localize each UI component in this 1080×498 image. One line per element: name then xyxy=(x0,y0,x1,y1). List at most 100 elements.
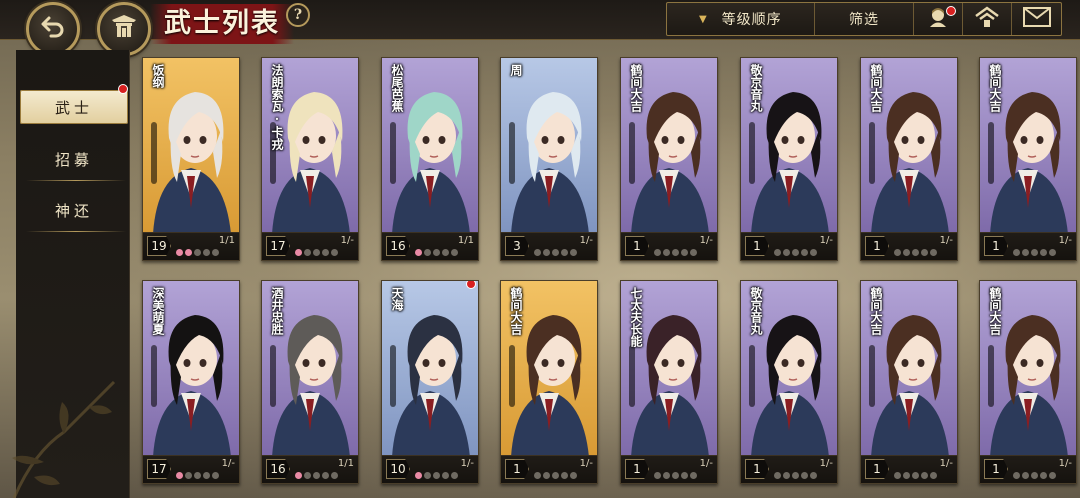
petal-icon xyxy=(930,472,937,479)
rank-petals xyxy=(894,472,937,479)
petal-icon xyxy=(690,249,697,256)
samurai-card-grid: 饭纲 19 1/1 法朗索瓦·卡戎 17 1/- 松尾芭蕉 16 1/1 周 3 1/- 鹤间大吉 1 1/… xyxy=(0,0,1080,498)
petal-icon xyxy=(681,472,688,479)
rank-petals xyxy=(1013,249,1056,256)
petal-icon xyxy=(313,472,320,479)
petal-icon xyxy=(672,249,679,256)
level-badge: 1 xyxy=(625,459,649,479)
petal-icon xyxy=(203,249,210,256)
affinity-bar xyxy=(509,122,515,184)
petal-icon xyxy=(783,472,790,479)
samurai-card[interactable]: 酒井忠胜 16 1/1 xyxy=(261,280,359,484)
copy-count: 1/- xyxy=(819,235,833,246)
affinity-bar xyxy=(988,122,994,184)
affinity-bar xyxy=(988,345,994,407)
level-badge: 3 xyxy=(505,236,529,256)
petal-icon xyxy=(894,249,901,256)
samurai-card[interactable]: 七太夫长能 1 1/- xyxy=(620,280,718,484)
copy-count: 1/- xyxy=(939,235,953,246)
petal-icon xyxy=(774,472,781,479)
petal-icon xyxy=(1031,472,1038,479)
card-footer: 17 1/- xyxy=(143,455,239,483)
rank-petals xyxy=(654,249,697,256)
petal-icon xyxy=(663,249,670,256)
samurai-card[interactable]: 鹤间大吉 1 1/- xyxy=(979,280,1077,484)
petal-icon xyxy=(415,472,422,479)
petal-icon xyxy=(792,472,799,479)
level-badge: 1 xyxy=(984,459,1008,479)
card-footer: 1 1/- xyxy=(980,455,1076,483)
petal-icon xyxy=(801,472,808,479)
rank-petals xyxy=(295,249,338,256)
petal-icon xyxy=(424,249,431,256)
samurai-card[interactable]: 饭纲 19 1/1 xyxy=(142,57,240,261)
petal-icon xyxy=(295,472,302,479)
level-badge: 1 xyxy=(505,459,529,479)
petal-icon xyxy=(570,249,577,256)
petal-icon xyxy=(792,249,799,256)
samurai-card[interactable]: 天海 10 1/- xyxy=(381,280,479,484)
card-footer: 3 1/- xyxy=(501,232,597,260)
petal-icon xyxy=(810,249,817,256)
copy-count: 1/- xyxy=(460,458,474,469)
copy-count: 1/- xyxy=(579,458,593,469)
samurai-name: 鹤间大吉 xyxy=(869,287,883,335)
samurai-name: 法朗索瓦·卡戎 xyxy=(270,64,284,150)
samurai-name: 七太夫长能 xyxy=(629,287,643,347)
samurai-card[interactable]: 松尾芭蕉 16 1/1 xyxy=(381,57,479,261)
card-footer: 1 1/- xyxy=(741,232,837,260)
rank-petals xyxy=(654,472,697,479)
petal-icon xyxy=(894,472,901,479)
samurai-card[interactable]: 深美萌夏 17 1/- xyxy=(142,280,240,484)
affinity-bar xyxy=(629,345,635,407)
petal-icon xyxy=(185,249,192,256)
card-footer: 1 1/- xyxy=(861,455,957,483)
affinity-bar xyxy=(270,345,276,407)
affinity-bar xyxy=(869,122,875,184)
samurai-card[interactable]: 周 3 1/- xyxy=(500,57,598,261)
rank-petals xyxy=(534,472,577,479)
level-badge: 17 xyxy=(266,236,290,256)
rank-petals xyxy=(176,249,219,256)
level-badge: 16 xyxy=(386,236,410,256)
samurai-card[interactable]: 鹤间大吉 1 1/- xyxy=(620,57,718,261)
rank-petals xyxy=(1013,472,1056,479)
petal-icon xyxy=(424,472,431,479)
petal-icon xyxy=(442,249,449,256)
petal-icon xyxy=(1022,472,1029,479)
card-footer: 16 1/1 xyxy=(262,455,358,483)
petal-icon xyxy=(322,249,329,256)
samurai-card[interactable]: 法朗索瓦·卡戎 17 1/- xyxy=(261,57,359,261)
petal-icon xyxy=(1049,249,1056,256)
card-footer: 1 1/- xyxy=(861,232,957,260)
samurai-card[interactable]: 鹤间大吉 1 1/- xyxy=(500,280,598,484)
level-badge: 10 xyxy=(386,459,410,479)
petal-icon xyxy=(1049,472,1056,479)
samurai-card[interactable]: 鹤间大吉 1 1/- xyxy=(860,57,958,261)
petal-icon xyxy=(176,249,183,256)
samurai-card[interactable]: 鹤间大吉 1 1/- xyxy=(979,57,1077,261)
copy-count: 1/- xyxy=(699,458,713,469)
rank-petals xyxy=(894,249,937,256)
samurai-card[interactable]: 敬京音丸 1 1/- xyxy=(740,57,838,261)
copy-count: 1/- xyxy=(1058,235,1072,246)
petal-icon xyxy=(930,249,937,256)
level-badge: 1 xyxy=(984,236,1008,256)
card-footer: 1 1/- xyxy=(621,232,717,260)
petal-icon xyxy=(295,249,302,256)
copy-count: 1/1 xyxy=(218,235,235,246)
petal-icon xyxy=(1013,472,1020,479)
petal-icon xyxy=(313,249,320,256)
copy-count: 1/1 xyxy=(457,235,474,246)
rank-petals xyxy=(774,472,817,479)
petal-icon xyxy=(1040,249,1047,256)
samurai-card[interactable]: 敬京音丸 1 1/- xyxy=(740,280,838,484)
rank-petals xyxy=(415,472,458,479)
petal-icon xyxy=(903,472,910,479)
card-footer: 10 1/- xyxy=(382,455,478,483)
level-badge: 1 xyxy=(865,459,889,479)
level-badge: 17 xyxy=(147,459,171,479)
card-footer: 16 1/1 xyxy=(382,232,478,260)
samurai-card[interactable]: 鹤间大吉 1 1/- xyxy=(860,280,958,484)
petal-icon xyxy=(810,472,817,479)
